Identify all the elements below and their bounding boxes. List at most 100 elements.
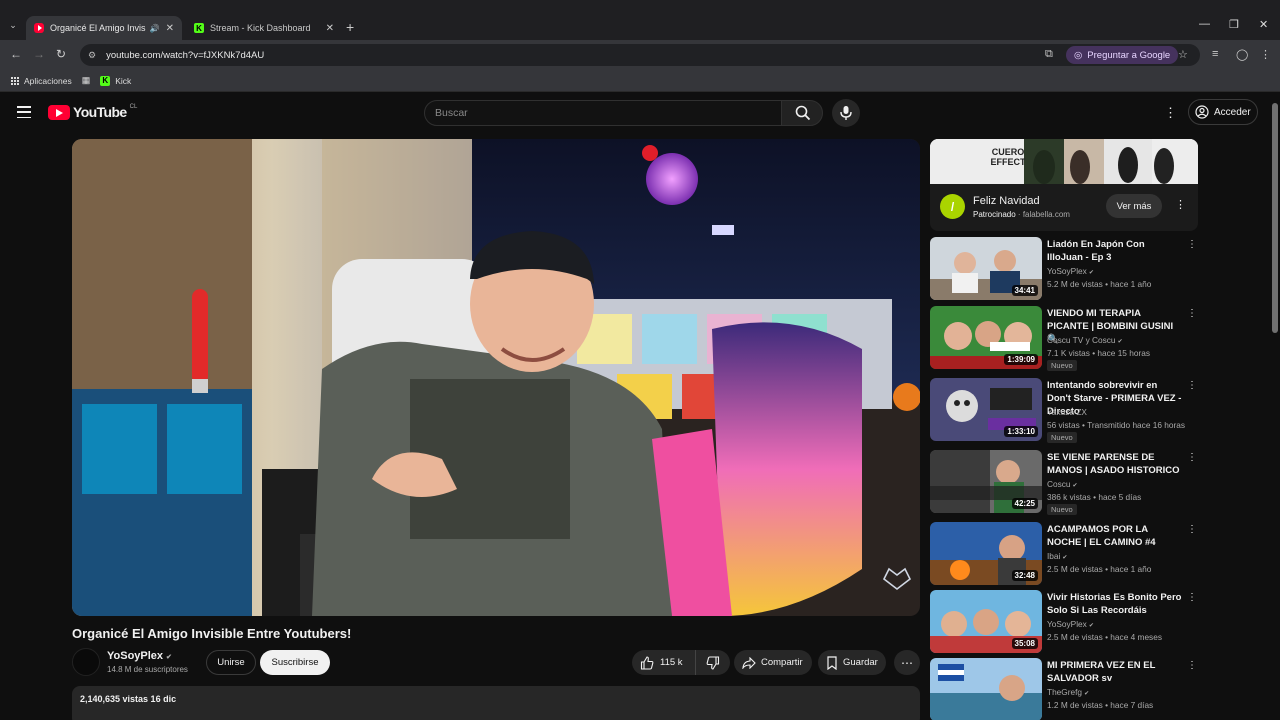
recommendation-meta: 5.2 M de vistas • hace 1 año: [1047, 279, 1152, 289]
recommendation-channel[interactable]: TheGrefg ✔: [1047, 687, 1089, 697]
page-scrollbar[interactable]: [1270, 93, 1280, 720]
recommendation-channel[interactable]: YoSoyPlex ✔: [1047, 266, 1094, 276]
window-close-icon[interactable]: ✕: [1259, 18, 1268, 31]
ad-banner-graphic: [930, 139, 1198, 184]
like-button[interactable]: 115 k: [632, 650, 696, 675]
search-icon: [795, 105, 811, 121]
tab-youtube[interactable]: Organicé El Amigo Invisib 🔊 ✕: [26, 16, 182, 40]
recommendation-menu-icon[interactable]: ⋮: [1187, 308, 1197, 319]
recommendation-menu-icon[interactable]: ⋮: [1187, 380, 1197, 391]
video-thumbnail[interactable]: 34:41: [930, 237, 1042, 300]
recommendation-menu-icon[interactable]: ⋮: [1187, 452, 1197, 463]
speaker-icon[interactable]: 🔊: [150, 24, 160, 33]
recommendation-item[interactable]: 1:39:09 VIENDO MI TERAPIA PICANTE | BOMB…: [930, 306, 1198, 371]
video-thumbnail[interactable]: 42:25: [930, 450, 1042, 513]
bookmark-kick[interactable]: K Kick: [100, 75, 131, 86]
tab-search-button[interactable]: ⌄: [6, 18, 20, 32]
dislike-button[interactable]: [696, 650, 730, 675]
video-duration: 35:08: [1011, 638, 1038, 649]
media-control-icon[interactable]: ≡: [1212, 48, 1218, 60]
video-thumbnail[interactable]: 1:33:10: [930, 378, 1042, 441]
channel-name-text: YoSoyPlex: [107, 650, 164, 662]
video-thumbnail[interactable]: 1:39:09: [930, 306, 1042, 369]
youtube-logo[interactable]: YouTube CL: [48, 104, 137, 120]
install-app-icon[interactable]: ⧉: [1045, 48, 1053, 61]
sign-in-button[interactable]: Acceder: [1188, 99, 1258, 125]
more-actions-icon[interactable]: ⋯: [894, 650, 920, 675]
profile-icon[interactable]: ◯: [1236, 48, 1248, 61]
close-tab-icon[interactable]: ✕: [166, 23, 174, 34]
bookmark-star-icon[interactable]: ☆: [1178, 48, 1188, 61]
channel-name[interactable]: YoSoyPlex ✔: [107, 650, 172, 662]
video-title: Organicé El Amigo Invisible Entre Youtub…: [72, 626, 352, 641]
recommendation-channel[interactable]: Yakuza ZX: [1047, 407, 1087, 417]
recommendation-channel[interactable]: Coscu TV y Coscu ✔: [1047, 335, 1123, 345]
ask-google-button[interactable]: ◎ Preguntar a Google: [1066, 46, 1179, 64]
ad-menu-icon[interactable]: ⋮: [1175, 198, 1186, 211]
ad-cta-button[interactable]: Ver más: [1106, 194, 1162, 218]
apps-grid-icon: [10, 76, 19, 85]
recommendation-item[interactable]: 42:25 SE VIENE PARENSE DE MANOS | ASADO …: [930, 450, 1198, 515]
address-bar[interactable]: ⚙ youtube.com/watch?v=fJXKNk7d4AU: [80, 44, 1200, 66]
channel-text: TheGrefg: [1047, 687, 1083, 697]
browser-tab-bar: ⌄ Organicé El Amigo Invisib 🔊 ✕ K Stream…: [0, 0, 1280, 40]
restore-icon[interactable]: ❐: [1229, 18, 1239, 31]
new-badge: Nuevo: [1047, 504, 1077, 515]
channel-text: Ibai: [1047, 551, 1061, 561]
thumbs-down-icon: [706, 655, 720, 670]
recommendation-channel[interactable]: Ibai ✔: [1047, 551, 1067, 561]
video-duration: 42:25: [1011, 498, 1038, 509]
video-thumbnail[interactable]: 32:48: [930, 522, 1042, 585]
sponsored-ad-card[interactable]: CUERO EFFECT / Feliz Navidad Patrocinado…: [930, 139, 1198, 231]
browser-toolbar: ← → ↻ ⚙ youtube.com/watch?v=fJXKNk7d4AU …: [0, 40, 1280, 70]
recommendation-menu-icon[interactable]: ⋮: [1187, 592, 1197, 603]
recommendation-item[interactable]: 32:48 ACAMPAMOS POR LA NOCHE | EL CAMINO…: [930, 522, 1198, 586]
channel-avatar[interactable]: [72, 648, 100, 676]
country-code: CL: [129, 104, 138, 110]
back-icon[interactable]: ←: [10, 47, 22, 61]
recommendation-menu-icon[interactable]: ⋮: [1187, 660, 1197, 671]
subscribe-button[interactable]: Suscribirse: [260, 650, 330, 675]
verified-icon: ✔: [1117, 339, 1123, 345]
recommendation-menu-icon[interactable]: ⋮: [1187, 239, 1197, 250]
recommendation-menu-icon[interactable]: ⋮: [1187, 524, 1197, 535]
menu-icon[interactable]: ⋮: [1260, 48, 1271, 61]
close-tab-icon[interactable]: ✕: [326, 23, 334, 34]
recommendation-channel[interactable]: YoSoyPlex ✔: [1047, 619, 1094, 629]
kick-favicon-icon: K: [100, 75, 111, 86]
video-player[interactable]: [72, 139, 920, 616]
description-box[interactable]: 2,140,635 vistas 16 dic: [72, 686, 920, 720]
bookmark-grid[interactable]: ▦: [82, 75, 91, 86]
reload-icon[interactable]: ↻: [56, 47, 66, 61]
recommendation-item[interactable]: 35:08 Vivir Historias Es Bonito Pero Sol…: [930, 590, 1198, 654]
search-placeholder: Buscar: [435, 107, 468, 119]
settings-kebab-icon[interactable]: ⋮: [1164, 105, 1177, 121]
video-thumbnail[interactable]: 35:08: [930, 590, 1042, 653]
recommendation-item[interactable]: 34:41 Liadón En Japón Con IlloJuan - Ep …: [930, 237, 1198, 301]
guide-menu-icon[interactable]: [17, 106, 31, 118]
channel-text: YoSoyPlex: [1047, 619, 1087, 629]
minimize-icon[interactable]: —: [1199, 18, 1210, 30]
recommendation-item[interactable]: MI PRIMERA VEZ EN EL SALVADOR sv TheGref…: [930, 658, 1198, 720]
search-input[interactable]: Buscar: [424, 100, 782, 126]
video-thumbnail[interactable]: [930, 658, 1042, 720]
like-count: 115 k: [660, 657, 683, 668]
tab-kick[interactable]: K Stream - Kick Dashboard ✕: [186, 16, 342, 40]
join-button[interactable]: Unirse: [206, 650, 256, 675]
kick-favicon-icon: K: [194, 23, 204, 33]
new-badge: Nuevo: [1047, 360, 1077, 371]
new-tab-icon[interactable]: +: [346, 19, 354, 35]
bookmark-apps[interactable]: Aplicaciones: [10, 76, 72, 86]
forward-icon[interactable]: →: [33, 47, 45, 61]
share-button[interactable]: Compartir: [734, 650, 812, 675]
scrollbar-thumb[interactable]: [1272, 103, 1278, 333]
voice-search-button[interactable]: [832, 99, 860, 127]
sign-in-label: Acceder: [1214, 106, 1251, 118]
site-info-icon[interactable]: ⚙: [88, 50, 96, 61]
recommendation-channel[interactable]: Coscu ✔: [1047, 479, 1078, 489]
recommendation-item[interactable]: 1:33:10 Intentando sobrevivir en Don't S…: [930, 378, 1198, 443]
save-button[interactable]: Guardar: [818, 650, 886, 675]
account-icon: [1195, 105, 1209, 119]
search-button[interactable]: [781, 100, 823, 126]
recommendation-meta: 56 vistas • Transmitido hace 16 horas: [1047, 420, 1186, 430]
